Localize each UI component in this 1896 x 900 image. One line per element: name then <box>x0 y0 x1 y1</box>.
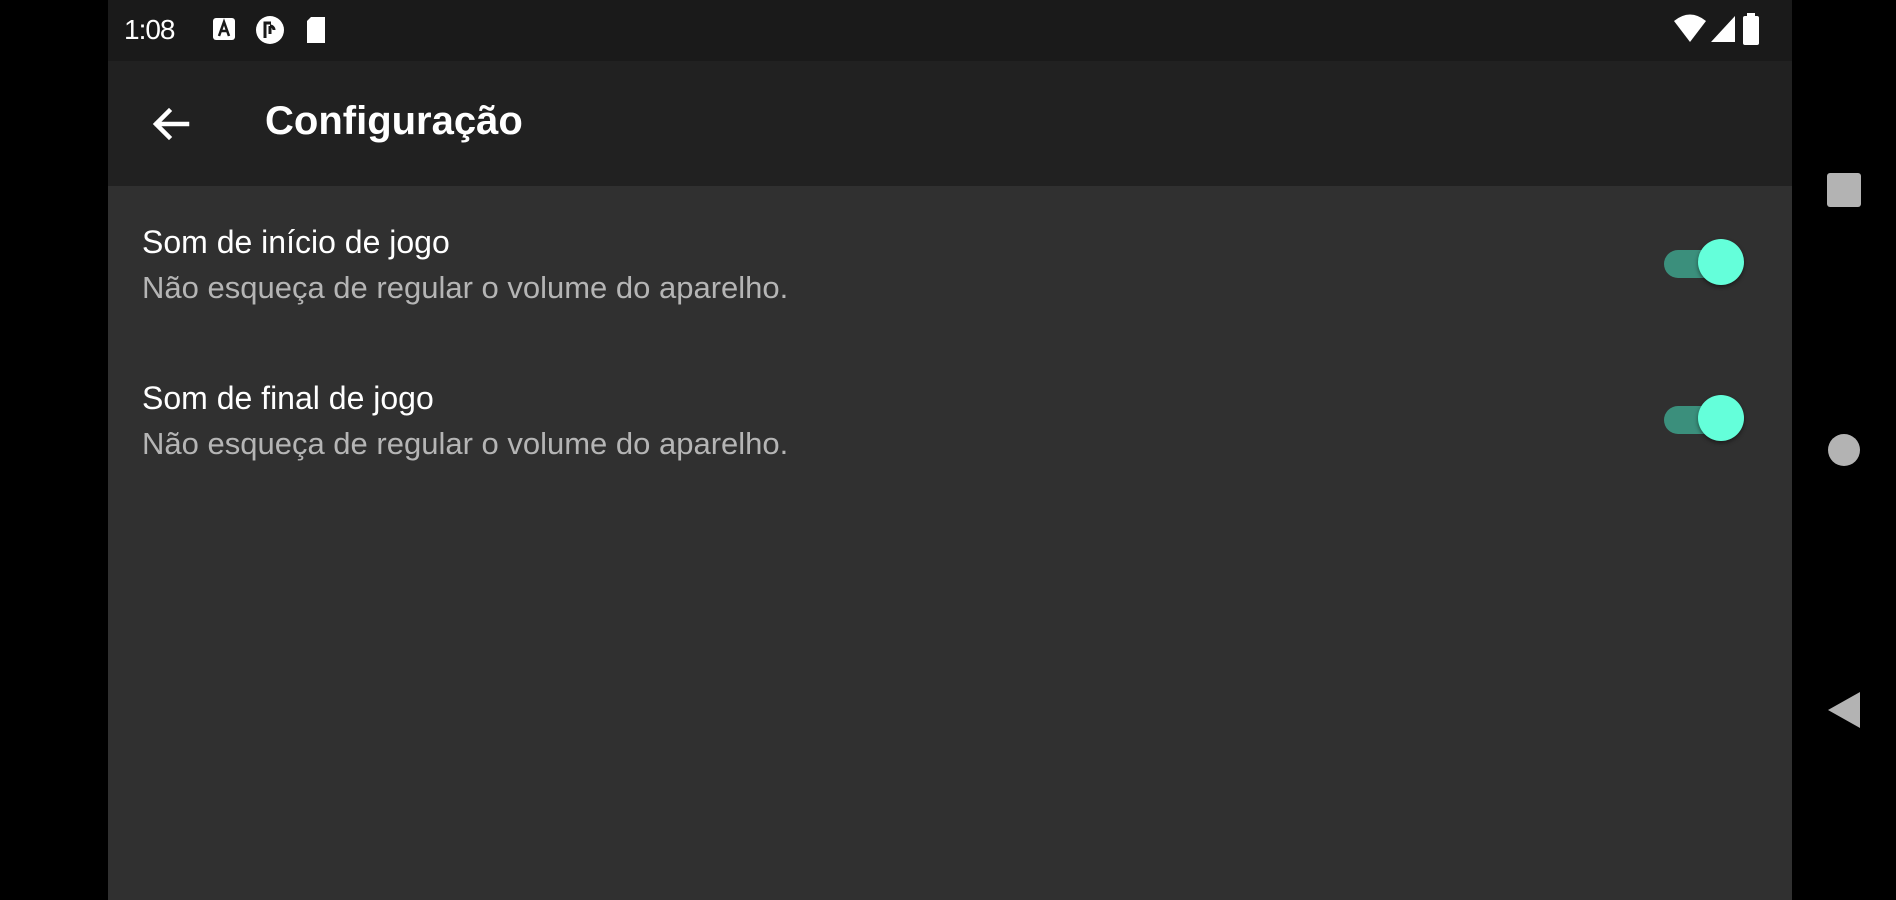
recents-button[interactable] <box>1814 160 1874 220</box>
back-button[interactable] <box>136 89 206 159</box>
battery-icon <box>1741 12 1761 51</box>
back-icon <box>1828 692 1860 728</box>
game-end-sound-switch[interactable] <box>1656 392 1746 448</box>
app-bar: Configuração <box>108 61 1792 186</box>
wifi-icon <box>1673 12 1707 49</box>
switch-thumb <box>1698 239 1744 285</box>
setting-game-end-sound[interactable]: Som de final de jogo Não esqueça de regu… <box>108 342 1792 498</box>
status-time: 1:08 <box>124 14 175 45</box>
settings-screen: 1:08 Configuração Som de início de jogo … <box>108 0 1792 900</box>
arrow-left-icon <box>152 107 190 141</box>
game-start-sound-switch[interactable] <box>1656 236 1746 292</box>
app-notification-icon <box>253 14 287 51</box>
status-bar: 1:08 <box>108 0 1792 61</box>
page-title: Configuração <box>265 99 523 143</box>
navigation-bar <box>1792 0 1896 900</box>
cell-signal-icon <box>1709 12 1737 49</box>
home-button[interactable] <box>1814 420 1874 480</box>
home-icon <box>1828 434 1860 466</box>
recents-icon <box>1827 173 1861 207</box>
setting-game-start-sound[interactable]: Som de início de jogo Não esqueça de reg… <box>108 186 1792 342</box>
setting-summary: Não esqueça de regular o volume do apare… <box>142 270 789 305</box>
sd-card-icon <box>304 14 328 51</box>
font-a-icon <box>211 14 237 49</box>
switch-thumb <box>1698 395 1744 441</box>
back-nav-button[interactable] <box>1814 680 1874 740</box>
setting-title: Som de final de jogo <box>142 380 434 416</box>
setting-summary: Não esqueça de regular o volume do apare… <box>142 426 789 461</box>
setting-title: Som de início de jogo <box>142 224 450 260</box>
